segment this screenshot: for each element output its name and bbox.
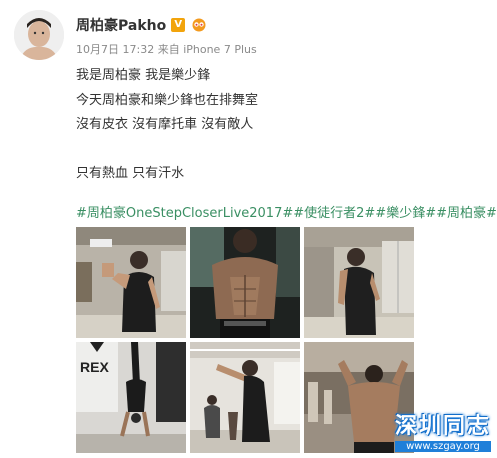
watermark-title: 深圳同志: [394, 413, 491, 439]
watermark-url: www.szgay.org: [394, 441, 491, 452]
post-line-4: 只有熱血 只有汗水: [76, 166, 185, 181]
post-content: 我是周柏豪 我是樂少鋒 今天周柏豪和樂少鋒也在排舞室 沒有皮衣 沒有摩托車 沒有…: [76, 64, 486, 187]
photo-2[interactable]: [190, 227, 300, 338]
post-line-3: 沒有皮衣 沒有摩托車 沒有敵人: [76, 117, 254, 132]
photo-grid: REX: [76, 227, 416, 453]
photo-4[interactable]: REX: [76, 342, 186, 453]
verified-icon: V: [171, 18, 186, 32]
watermark: 深圳同志 www.szgay.org: [394, 408, 491, 452]
post-line-blank-1: [76, 138, 486, 163]
post-meta: 10月7日 17:32 来自 iPhone 7 Plus: [76, 41, 257, 57]
post-line-1: 我是周柏豪 我是樂少鋒: [76, 68, 211, 83]
photo-1[interactable]: [76, 227, 186, 338]
hashtags[interactable]: #周柏豪OneStepCloserLive2017##使徒行者2##樂少鋒##周…: [76, 202, 497, 221]
avatar[interactable]: [14, 10, 64, 60]
svg-text:REX: REX: [80, 359, 109, 375]
photo-5[interactable]: [190, 342, 300, 453]
post-source: 来自 iPhone 7 Plus: [157, 43, 257, 56]
post-line-2: 今天周柏豪和樂少鋒也在排舞室: [76, 92, 259, 108]
photo-3[interactable]: [304, 227, 414, 338]
post-time[interactable]: 10月7日 17:32: [76, 43, 154, 56]
username[interactable]: 周柏豪Pakho: [76, 15, 166, 35]
username-row: 周柏豪Pakho V: [76, 15, 208, 35]
weibo-member-icon[interactable]: [190, 18, 208, 32]
